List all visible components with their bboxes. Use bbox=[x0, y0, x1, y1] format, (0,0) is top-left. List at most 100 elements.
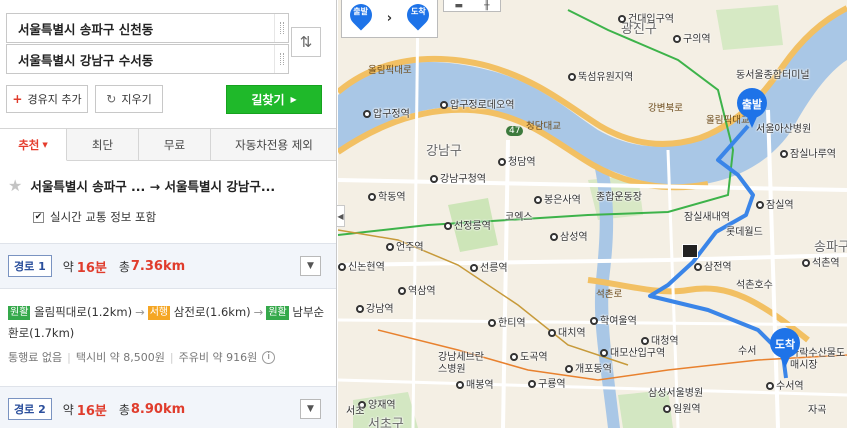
route-search-panel: 서울특별시 송파구 신천동 서울특별시 강남구 수서동 ⇅ + 경유지 추가 ↻… bbox=[0, 0, 337, 428]
chevron-down-icon: ▼ bbox=[307, 404, 314, 414]
transit-icon[interactable]: ╫ bbox=[484, 1, 489, 11]
route-2-header[interactable]: 경로 2 약 16분 총 8.90km ▼ bbox=[0, 386, 336, 428]
poi-label: 석촌호수 bbox=[736, 280, 773, 291]
poi-label: 종합운동장 bbox=[596, 192, 642, 203]
add-waypoint-label: 경유지 추가 bbox=[27, 93, 82, 106]
station-label: 선릉역 bbox=[470, 259, 508, 274]
route-option-tabs: 추천 ▼ 최단 무료 자동차전용 제외 bbox=[0, 128, 336, 161]
end-marker-label: 도착 bbox=[774, 338, 796, 351]
subway-station-icon bbox=[430, 175, 438, 183]
route-1-costs: 통행료 없음 | 택시비 약 8,500원 | 주유비 약 916원 i bbox=[8, 349, 276, 365]
chevron-right-icon: › bbox=[386, 11, 393, 26]
poi-label: 강남세브란스병원 bbox=[438, 352, 484, 375]
district-label: 송파구 bbox=[814, 240, 847, 255]
tab-free[interactable]: 무료 bbox=[139, 129, 211, 161]
arrow-icon: → bbox=[135, 305, 145, 319]
subway-station-icon bbox=[548, 329, 556, 337]
station-label: 구의역 bbox=[673, 30, 711, 45]
destination-field[interactable]: 서울특별시 강남구 수서동 bbox=[6, 44, 289, 74]
poi-label: 동서울종합터미널 bbox=[736, 70, 810, 81]
station-label: 잠실역 bbox=[756, 196, 794, 211]
route-1-path: 원활 올림픽대로(1.2km) → 서행 삼전로(1.6km) → 원활 남부순환로(1… bbox=[8, 302, 330, 344]
realtime-traffic-option[interactable]: ✔ 실시간 교통 정보 포함 bbox=[33, 209, 156, 225]
expand-route-button[interactable]: ▼ bbox=[300, 256, 321, 276]
road-label: 석촌로 bbox=[596, 289, 623, 300]
district-label: 강남구 bbox=[426, 144, 462, 159]
swap-button[interactable]: ⇅ bbox=[291, 27, 321, 57]
origin-input[interactable]: 서울특별시 송파구 신천동 bbox=[7, 19, 274, 38]
bus-stop-icon[interactable] bbox=[682, 244, 698, 258]
subway-station-icon bbox=[386, 243, 394, 251]
subway-station-icon bbox=[600, 349, 608, 357]
find-route-button[interactable]: 길찾기 ▶ bbox=[226, 85, 322, 114]
route-summary-title: ★ 서울특별시 송파구 ... → 서울특별시 강남구... bbox=[8, 176, 328, 195]
subway-station-icon bbox=[534, 196, 542, 204]
tab-exclude-expressway[interactable]: 자동차전용 제외 bbox=[211, 129, 336, 161]
taxi-fare: 택시비 약 8,500원 bbox=[75, 351, 165, 364]
route-title-text: 서울특별시 송파구 ... → 서울특별시 강남구... bbox=[30, 179, 276, 194]
station-label: 봉은사역 bbox=[534, 191, 581, 206]
realtime-checkbox[interactable]: ✔ bbox=[33, 211, 44, 223]
highway-shield: 47 bbox=[506, 126, 524, 136]
station-label: 수서 bbox=[738, 346, 757, 357]
subway-station-icon bbox=[663, 405, 671, 413]
station-label: 개포동역 bbox=[565, 360, 612, 375]
start-marker[interactable]: 출발 bbox=[735, 88, 769, 130]
drag-handle-icon[interactable] bbox=[274, 14, 288, 42]
station-label: 건대입구역 bbox=[618, 10, 674, 25]
traffic-tag: 원활 bbox=[266, 306, 289, 320]
origin-field[interactable]: 서울특별시 송파구 신천동 bbox=[6, 13, 289, 43]
station-label: 수서역 bbox=[766, 377, 804, 392]
station-label: 학동역 bbox=[368, 188, 406, 203]
expand-route-button[interactable]: ▼ bbox=[300, 399, 321, 419]
road-label: 청담대교 bbox=[526, 121, 561, 132]
tab-shortest[interactable]: 최단 bbox=[67, 129, 139, 161]
road-label: 서초 bbox=[346, 406, 365, 417]
map-mode-toolbar[interactable]: ▬ ╫ bbox=[443, 0, 501, 12]
plus-icon: + bbox=[12, 92, 23, 106]
subway-station-icon bbox=[356, 305, 364, 313]
station-label: 뚝섬유원지역 bbox=[568, 68, 633, 83]
subway-station-icon bbox=[470, 264, 478, 272]
station-label: 압구정로데오역 bbox=[440, 96, 514, 111]
tab-recommended[interactable]: 추천 ▼ bbox=[0, 129, 67, 161]
subway-station-icon bbox=[694, 263, 702, 271]
info-icon[interactable]: i bbox=[262, 350, 276, 364]
station-label: 석촌역 bbox=[802, 254, 840, 269]
star-icon[interactable]: ★ bbox=[8, 176, 22, 195]
chevron-down-icon: ▼ bbox=[307, 261, 314, 271]
station-label: 강남역 bbox=[356, 300, 394, 315]
route-badge: 경로 1 bbox=[8, 255, 52, 277]
subway-station-icon bbox=[550, 233, 558, 241]
station-label: 선정릉역 bbox=[444, 217, 491, 232]
legend-start-label: 출발 bbox=[353, 6, 368, 16]
tab-label: 추천 bbox=[18, 137, 40, 152]
subway-station-icon bbox=[368, 193, 376, 201]
station-label: 잠실나루역 bbox=[780, 145, 836, 160]
station-label: 대모산입구역 bbox=[600, 344, 665, 359]
subway-station-icon bbox=[444, 222, 452, 230]
clear-button[interactable]: ↻ 지우기 bbox=[95, 85, 163, 113]
map-view[interactable]: 광진구 건대입구역 구의역 뚝섬유원지역 올림픽대로 동서울종합터미널 압구정역… bbox=[338, 0, 847, 428]
station-label: 한티역 bbox=[488, 314, 526, 329]
station-label: 삼성역 bbox=[550, 228, 588, 243]
add-waypoint-button[interactable]: + 경유지 추가 bbox=[6, 85, 88, 113]
subway-station-icon bbox=[363, 110, 371, 118]
destination-input[interactable]: 서울특별시 강남구 수서동 bbox=[7, 50, 274, 69]
route-1-header[interactable]: 경로 1 약 16분 총 7.36km ▼ bbox=[0, 243, 336, 289]
drag-handle-icon[interactable] bbox=[274, 45, 288, 73]
station-label: 역삼역 bbox=[398, 282, 436, 297]
end-marker[interactable]: 도착 bbox=[768, 328, 802, 370]
tab-label: 자동차전용 제외 bbox=[235, 138, 313, 152]
station-label: 학여울역 bbox=[590, 312, 637, 327]
subway-station-icon bbox=[618, 15, 626, 23]
collapse-panel-button[interactable]: ◀ bbox=[337, 205, 345, 227]
refresh-icon: ↻ bbox=[106, 92, 117, 106]
station-label: 삼전역 bbox=[694, 258, 732, 273]
district-label: 서초구 bbox=[368, 417, 404, 428]
car-icon[interactable]: ▬ bbox=[455, 1, 464, 11]
road-label: 올림픽대로 bbox=[368, 65, 412, 76]
legend-start-pin: 출발 bbox=[345, 0, 377, 34]
fuel-cost: 주유비 약 916원 bbox=[178, 351, 258, 364]
start-marker-label: 출발 bbox=[741, 98, 763, 111]
